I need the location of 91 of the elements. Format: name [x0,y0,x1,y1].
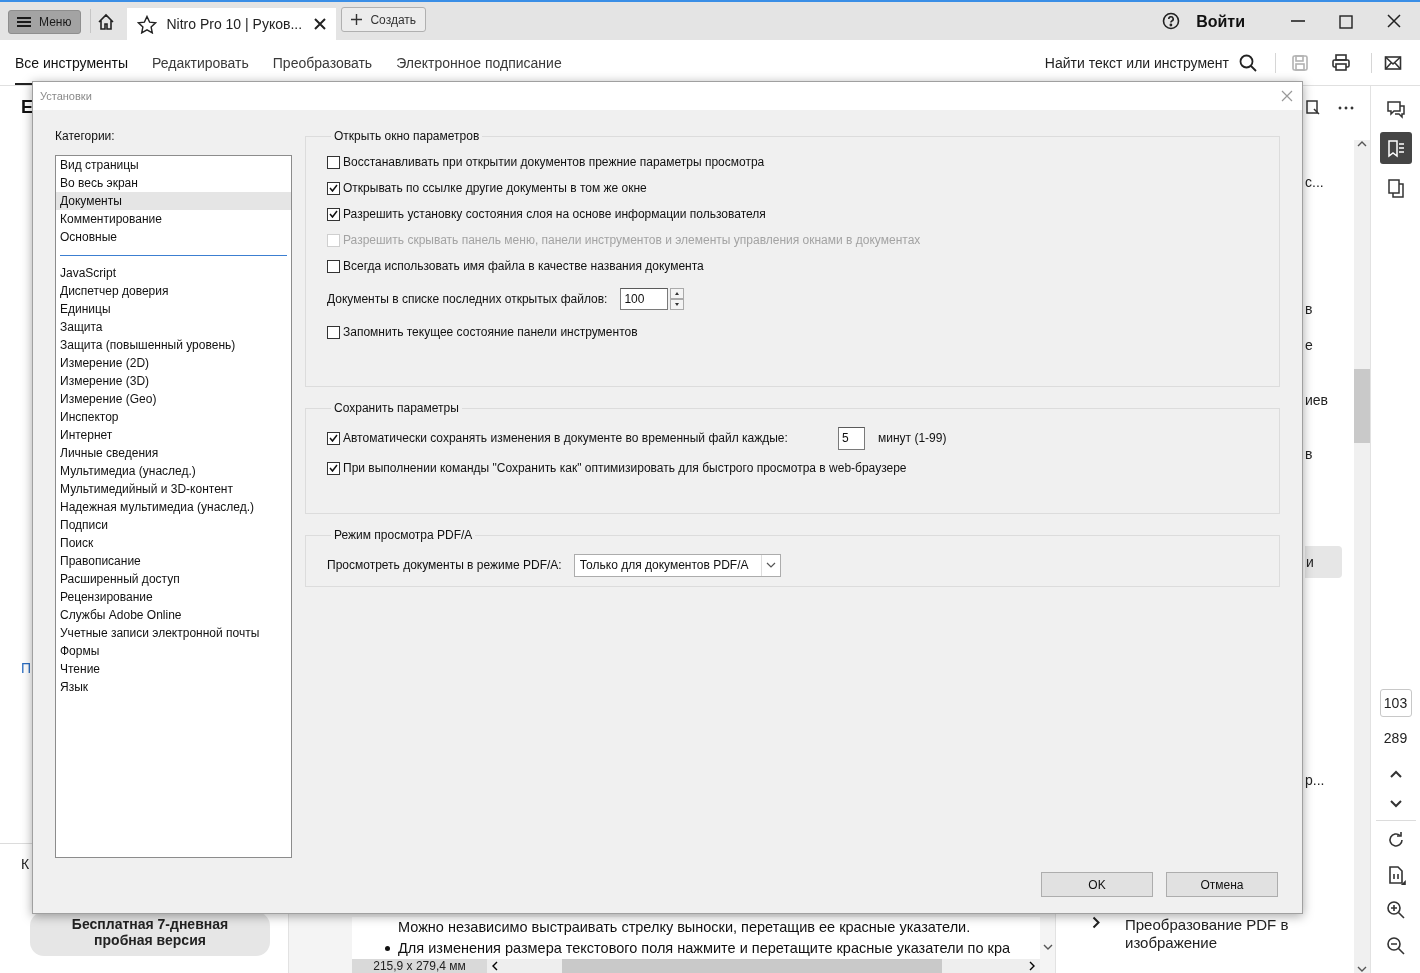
chevron-down-icon[interactable] [1042,944,1053,951]
search-icon[interactable] [1239,53,1257,72]
list-item[interactable]: е [1305,335,1313,355]
document-tab[interactable]: Nitro Pro 10 | Руков... [127,8,337,40]
chevron-down-icon[interactable] [1387,797,1404,809]
spin-buttons-icon[interactable] [670,288,685,310]
menu-button[interactable]: Меню [8,10,82,34]
checkbox[interactable] [327,461,340,475]
list-item[interactable]: в [1305,299,1313,319]
checkbox-label: При выполнении команды "Сохранить как" оптимизировать для быстрого просмотра в web-браузере [343,461,907,475]
maximize-icon[interactable] [1339,15,1353,29]
chevron-down-icon [1357,966,1367,973]
trial-button[interactable]: Бесплатная 7-дневная пробная версия [30,912,270,956]
home-icon[interactable] [97,13,116,30]
menu-icon [16,16,32,28]
toolbar-tab[interactable]: Редактировать [152,40,249,85]
checkbox[interactable] [327,181,340,195]
page-number-field[interactable]: 103 [1379,689,1412,717]
field-label: Просмотреть документы в режиме PDF/A: [327,558,562,572]
checkbox[interactable] [327,325,340,339]
help-icon[interactable] [1162,12,1181,30]
category-item[interactable]: Документы [56,192,291,210]
checkbox[interactable] [327,155,340,169]
chevron-right-icon[interactable] [1092,916,1100,929]
group-title: Открыть окно параметров [333,129,481,143]
bullet-icon [385,946,390,951]
close-icon[interactable] [314,18,327,30]
categories-label: Категории: [55,129,116,143]
checkbox[interactable] [327,259,340,273]
print-icon[interactable] [1331,53,1351,72]
list-item[interactable]: иев [1305,390,1329,410]
page-count: 289 [1383,729,1408,747]
list-item[interactable]: с... [1305,172,1324,192]
vertical-scrollbar[interactable] [1354,140,1370,973]
bookmark-icon [1385,138,1406,158]
chevron-left-icon [491,961,498,971]
plus-icon [351,14,363,25]
zoom-out-icon[interactable] [1385,936,1406,956]
number-field[interactable]: 100 [620,288,669,310]
ok-button[interactable]: OK [1041,872,1153,897]
pages-icon [1385,178,1406,198]
chevron-up-icon [1357,140,1367,147]
mail-icon[interactable] [1384,53,1402,72]
text-fragment: Е [21,96,33,118]
link-text[interactable]: П [21,659,32,677]
tab-title: Nitro Pro 10 | Руков... [166,16,304,32]
sign-in-link[interactable]: Войти [1196,13,1245,31]
group-title: Режим просмотра PDF/A [333,528,474,542]
toolbar-tab[interactable]: Электронное подписание [396,40,562,85]
field-label: Документы в списке последних открытых файлов: [327,292,608,306]
unit-label: минут (1-99) [878,431,947,445]
page-size: 215,9 x 279,4 мм [352,959,487,973]
list-item[interactable]: р... [1305,770,1325,790]
checkbox-label: Всегда использовать имя файла в качестве названия документа [343,259,704,273]
checkbox-label: Разрешить скрывать панель меню, панели инструментов и элементы управления окнами в документах [343,233,921,247]
list-item[interactable]: Преобразование PDF в изображение [1125,916,1305,952]
comments-icon [1385,99,1406,119]
star-icon [137,14,158,34]
toolbar-tab[interactable]: Преобразовать [272,40,373,85]
scrollbar-thumb[interactable] [1354,369,1370,443]
cancel-button[interactable]: Отмена [1166,872,1278,897]
number-field[interactable]: 5 [838,426,865,450]
text-fragment: К [21,855,30,873]
zoom-in-icon[interactable] [1385,900,1406,920]
close-icon[interactable] [1386,13,1402,29]
mode-dropdown[interactable]: Только для документов PDF/A [573,553,781,577]
caret-icon [765,562,776,568]
check-icon [329,464,338,472]
checkbox-label: Запомнить текущее состояние панели инструментов [343,325,638,339]
new-button[interactable]: Создать [341,7,427,32]
search-label[interactable]: Найти текст или инструмент [1044,54,1229,71]
more-icon[interactable] [1338,106,1354,110]
document-text: Для изменения размера текстового поля нажмите и перетащите красные указатели по кра [398,939,1011,958]
chevron-right-icon [1029,961,1036,971]
horizontal-scrollbar[interactable] [487,959,1040,973]
group-title: Сохранить параметры [333,401,460,415]
dialog-title: Установки [40,90,93,102]
bookmark-button[interactable] [1379,132,1412,164]
checkbox-label: Восстанавливать при открытии документов прежние параметры просмотра [343,155,765,169]
checkbox-label: Автоматически сохранять изменения в документе во временный файл каждые: [343,431,789,445]
check-icon [329,184,338,192]
checkbox-label: Разрешить установку состояния слоя на основе информации пользователя [343,207,766,221]
checkbox[interactable] [327,431,340,445]
list-item[interactable]: в [1305,444,1313,464]
page-tool-icon[interactable] [1306,100,1320,116]
check-icon [329,210,338,218]
checkbox-label: Открывать по ссылке другие документы в том же окне [343,181,647,195]
checkbox[interactable] [327,207,340,221]
list-item[interactable]: и [1305,546,1342,578]
check-icon [329,434,338,442]
document-text: Можно независимо выстраивать стрелку выноски, перетащив ее красные указатели. [398,918,971,937]
